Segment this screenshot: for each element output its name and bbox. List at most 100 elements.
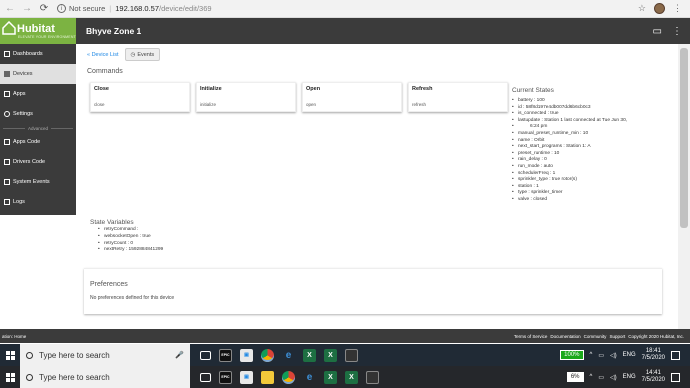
edge-icon[interactable]: e <box>282 349 295 362</box>
store-icon[interactable]: ▣ <box>240 370 253 384</box>
copyright: Copyright 2020 Hubitat, Inc. <box>628 333 684 339</box>
current-states-title: Current States <box>512 87 554 94</box>
menu-dots-icon[interactable]: ⋮ <box>673 3 682 14</box>
epic-games-icon[interactable]: EPIC <box>219 370 232 384</box>
command-name: Open <box>306 86 321 92</box>
network-icon[interactable]: ▭ <box>598 374 604 381</box>
network-icon[interactable]: ▭ <box>598 352 604 359</box>
state-item: manual_preset_runtime_min : 10 <box>512 131 672 138</box>
url-separator: | <box>109 4 112 13</box>
search-icon <box>26 351 33 359</box>
chrome-icon[interactable] <box>282 370 295 384</box>
app-footer: ation: Home Terms of Service Documentati… <box>0 329 690 343</box>
sidebar-item-apps[interactable]: Apps <box>0 84 76 104</box>
command-card-close[interactable]: Close close <box>90 82 190 112</box>
gear-icon <box>4 111 10 117</box>
current-states-panel: Current States battery : 100 id : 58f8d1… <box>512 87 672 204</box>
clock-time: 14:41 <box>645 370 661 376</box>
sidebar-item-label: Apps Code <box>13 139 41 145</box>
clock-time: 18:41 <box>645 348 661 354</box>
footer-link-community[interactable]: Community <box>584 334 607 339</box>
state-variables-list: retryCommand : websocketOpen : true retr… <box>90 227 163 254</box>
excel-icon[interactable]: X <box>324 370 337 384</box>
back-arrow-icon[interactable]: ← <box>3 2 17 16</box>
sidebar-item-devices[interactable]: Devices <box>0 64 76 84</box>
system-clock[interactable]: 14:41 7/5/2020 <box>642 370 665 384</box>
forward-arrow-icon[interactable]: → <box>20 2 34 16</box>
sidebar-item-logs[interactable]: Logs <box>0 192 76 212</box>
avatar[interactable] <box>654 3 665 14</box>
windows-start-icon[interactable] <box>0 366 20 388</box>
scroll-thumb[interactable] <box>680 48 688 228</box>
battery-indicator[interactable]: 100% <box>560 350 584 360</box>
footer-link-docs[interactable]: Documentation <box>550 334 580 339</box>
sidebar-item-settings[interactable]: Settings <box>0 104 76 124</box>
microphone-icon[interactable]: 🎤 <box>175 351 184 359</box>
taskbar-search[interactable]: Type here to search 🎤 <box>20 344 190 366</box>
chevron-up-icon[interactable]: ^ <box>590 352 593 358</box>
notification-icon[interactable] <box>671 350 680 360</box>
file-explorer-icon[interactable] <box>261 370 274 384</box>
excel-icon[interactable]: X <box>303 348 316 362</box>
epic-games-icon[interactable]: EPIC <box>219 348 232 362</box>
reload-icon[interactable]: ⟳ <box>37 2 51 16</box>
code-icon <box>4 159 10 165</box>
language-indicator[interactable]: ENG <box>623 352 636 358</box>
edge-icon[interactable]: e <box>303 371 316 384</box>
command-sub: close <box>94 102 105 107</box>
device-icon <box>4 71 10 77</box>
sidebar-item-system-events[interactable]: System Events <box>0 172 76 192</box>
excel-icon[interactable]: X <box>324 348 337 362</box>
notifications-icon[interactable]: ▭ <box>653 26 662 37</box>
hubitat-logo[interactable]: Hubitat ELEVATE YOUR ENVIRONMENT <box>0 18 76 44</box>
address-bar[interactable]: i Not secure | 192.168.0.57 /device/edit… <box>57 2 587 15</box>
state-variable-item: websocketOpen : true <box>90 234 163 241</box>
language-indicator[interactable]: ENG <box>623 374 636 380</box>
system-clock[interactable]: 18:41 7/5/2020 <box>642 348 665 362</box>
store-icon[interactable]: ▣ <box>240 348 253 362</box>
scrollbar[interactable] <box>678 44 690 329</box>
windows-start-icon[interactable] <box>0 344 20 366</box>
footer-link-support[interactable]: Support <box>609 334 625 339</box>
battery-indicator[interactable]: 6% <box>566 372 584 382</box>
excel-icon[interactable]: X <box>345 370 358 384</box>
location-label: ation: Home <box>2 333 27 339</box>
terminal-icon[interactable] <box>366 370 379 384</box>
terminal-icon[interactable] <box>345 348 358 362</box>
footer-link-terms[interactable]: Terms of Service <box>514 334 548 339</box>
taskbar-search[interactable]: Type here to search <box>20 366 190 388</box>
menu-dots-icon[interactable]: ⋮ <box>672 26 682 37</box>
events-button[interactable]: ◷ Events <box>124 48 161 61</box>
security-label: Not secure <box>69 4 106 13</box>
sidebar-item-drivers-code[interactable]: Drivers Code <box>0 152 76 172</box>
main-content: « Device List ◷ Events Commands Close cl… <box>76 44 676 329</box>
command-card-refresh[interactable]: Refresh refresh <box>408 82 508 112</box>
state-item: valve : closed <box>512 197 672 204</box>
state-item: run_mode : auto <box>512 164 672 171</box>
command-card-initialize[interactable]: Initialize initialize <box>196 82 296 112</box>
events-button-label: Events <box>137 51 155 58</box>
notification-icon[interactable] <box>671 372 680 382</box>
chevron-up-icon[interactable]: ^ <box>590 374 593 380</box>
device-list-link[interactable]: « Device List <box>87 52 119 58</box>
commands-title: Commands <box>87 68 123 75</box>
star-icon[interactable]: ☆ <box>638 3 646 14</box>
sidebar: Dashboards Devices Apps Settings Advance… <box>0 44 76 215</box>
sidebar-item-label: System Events <box>13 179 50 185</box>
chrome-icon[interactable] <box>261 348 274 362</box>
command-card-open[interactable]: Open open <box>302 82 402 112</box>
preferences-title: Preferences <box>90 281 128 288</box>
sidebar-item-dashboards[interactable]: Dashboards <box>0 44 76 64</box>
task-view-icon[interactable] <box>200 372 211 382</box>
url-host: 192.168.0.57 <box>115 4 160 13</box>
house-logo-icon <box>2 21 16 35</box>
task-view-icon[interactable] <box>200 350 211 360</box>
apps-icon <box>4 91 10 97</box>
info-icon[interactable]: i <box>57 4 66 13</box>
volume-icon[interactable]: ◁) <box>610 352 617 359</box>
sidebar-divider: Advanced <box>0 124 76 132</box>
sidebar-item-apps-code[interactable]: Apps Code <box>0 132 76 152</box>
sidebar-item-label: Logs <box>13 199 25 205</box>
command-name: Refresh <box>412 86 433 92</box>
volume-icon[interactable]: ◁) <box>610 374 617 381</box>
